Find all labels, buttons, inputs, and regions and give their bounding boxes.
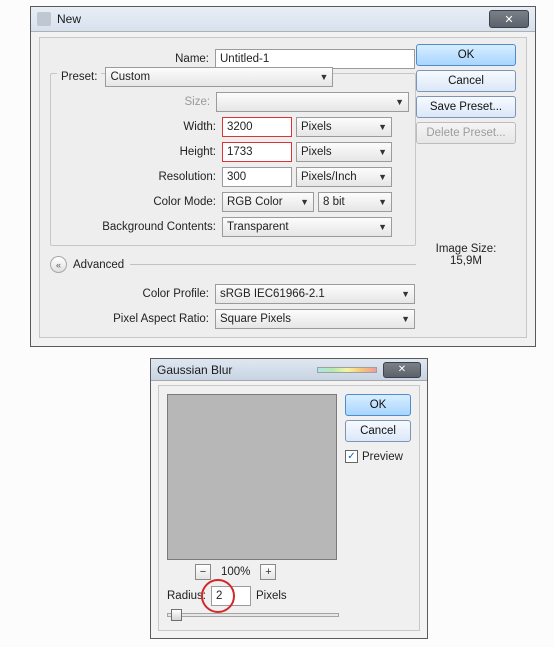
spectrum-decoration — [317, 367, 377, 373]
ok-button[interactable]: OK — [416, 44, 516, 66]
height-unit-select[interactable]: Pixels ▼ — [296, 142, 392, 162]
chevron-down-icon: ▼ — [378, 172, 387, 182]
radius-input[interactable] — [211, 586, 251, 606]
name-label: Name: — [50, 53, 215, 65]
height-label: Height: — [57, 146, 222, 158]
bit-depth-select[interactable]: 8 bit ▼ — [318, 192, 392, 212]
expand-advanced-toggle[interactable]: « — [50, 256, 67, 273]
button-column: OK Cancel ✓ Preview — [345, 394, 411, 463]
width-input[interactable] — [222, 117, 292, 137]
color-mode-value: RGB Color — [227, 196, 283, 208]
gaussian-blur-dialog: Gaussian Blur ✕ OK Cancel ✓ Preview − 10… — [150, 358, 428, 639]
close-button[interactable]: ✕ — [383, 362, 421, 378]
button-column: OK Cancel Save Preset... Delete Preset..… — [416, 44, 516, 144]
slider-thumb[interactable] — [171, 609, 182, 621]
preview-checkbox[interactable]: ✓ Preview — [345, 450, 411, 463]
chevron-down-icon: ▼ — [378, 122, 387, 132]
separator — [130, 264, 416, 265]
size-label: Size: — [57, 96, 216, 108]
dialog-title: Gaussian Blur — [157, 363, 317, 377]
color-profile-select[interactable]: sRGB IEC61966-2.1 ▼ — [215, 284, 415, 304]
height-unit-value: Pixels — [301, 146, 332, 158]
chevron-down-icon: ▼ — [378, 147, 387, 157]
size-select: ▼ — [216, 92, 409, 112]
slider-track — [167, 613, 339, 617]
preview-area[interactable] — [167, 394, 337, 560]
width-unit-select[interactable]: Pixels ▼ — [296, 117, 392, 137]
titlebar[interactable]: Gaussian Blur ✕ — [151, 359, 427, 381]
zoom-out-button[interactable]: − — [195, 564, 211, 580]
image-size-value: 15,9M — [416, 255, 516, 267]
height-input[interactable] — [222, 142, 292, 162]
color-mode-label: Color Mode: — [57, 196, 222, 208]
bg-contents-value: Transparent — [227, 221, 289, 233]
chevron-down-icon: ▼ — [395, 97, 404, 107]
pixel-aspect-value: Square Pixels — [220, 313, 291, 325]
chevron-down-icon: ▼ — [378, 197, 387, 207]
name-input[interactable] — [215, 49, 415, 69]
radius-label: Radius: — [167, 590, 206, 602]
preset-label: Preset: — [61, 71, 97, 83]
new-document-dialog: New ✕ OK Cancel Save Preset... Delete Pr… — [30, 6, 536, 347]
resolution-label: Resolution: — [57, 171, 222, 183]
bit-depth-value: 8 bit — [323, 196, 345, 208]
checkbox-icon: ✓ — [345, 450, 358, 463]
cancel-button[interactable]: Cancel — [345, 420, 411, 442]
image-size-panel: Image Size: 15,9M — [416, 243, 516, 267]
zoom-in-button[interactable]: + — [260, 564, 276, 580]
image-size-label: Image Size: — [416, 243, 516, 255]
chevron-down-icon: ▼ — [320, 72, 329, 82]
close-icon: ✕ — [398, 364, 406, 375]
dialog-title: New — [57, 12, 489, 26]
chevron-down-icon: ▼ — [300, 197, 309, 207]
plus-icon: + — [265, 566, 271, 578]
resolution-input[interactable] — [222, 167, 292, 187]
chevron-down-icon: ▼ — [378, 222, 387, 232]
width-label: Width: — [57, 121, 222, 133]
close-icon: ✕ — [504, 13, 513, 26]
close-button[interactable]: ✕ — [489, 10, 529, 28]
color-mode-select[interactable]: RGB Color ▼ — [222, 192, 314, 212]
preset-value: Custom — [110, 71, 150, 83]
ok-button[interactable]: OK — [345, 394, 411, 416]
dialog-body: OK Cancel Save Preset... Delete Preset..… — [39, 37, 527, 338]
cancel-button[interactable]: Cancel — [416, 70, 516, 92]
preset-select[interactable]: Custom ▼ — [105, 67, 333, 87]
chevron-down-icon: ▼ — [401, 289, 410, 299]
width-unit-value: Pixels — [301, 121, 332, 133]
advanced-label: Advanced — [73, 259, 124, 271]
save-preset-button[interactable]: Save Preset... — [416, 96, 516, 118]
pixel-aspect-select[interactable]: Square Pixels ▼ — [215, 309, 415, 329]
radius-slider[interactable] — [167, 608, 339, 622]
color-profile-value: sRGB IEC61966-2.1 — [220, 288, 325, 300]
preview-label: Preview — [362, 451, 403, 463]
titlebar[interactable]: New ✕ — [31, 7, 535, 32]
radius-unit: Pixels — [256, 590, 287, 602]
pixel-aspect-label: Pixel Aspect Ratio: — [50, 313, 215, 325]
delete-preset-button: Delete Preset... — [416, 122, 516, 144]
color-profile-label: Color Profile: — [50, 288, 215, 300]
app-icon — [37, 12, 51, 26]
resolution-unit-value: Pixels/Inch — [301, 171, 357, 183]
resolution-unit-select[interactable]: Pixels/Inch ▼ — [296, 167, 392, 187]
minus-icon: − — [200, 566, 206, 578]
zoom-level: 100% — [221, 566, 250, 578]
dialog-body: OK Cancel ✓ Preview − 100% + Radius: Pix… — [158, 385, 420, 631]
chevron-down-icon: ▼ — [401, 314, 410, 324]
bg-contents-select[interactable]: Transparent ▼ — [222, 217, 392, 237]
bg-contents-label: Background Contents: — [57, 221, 222, 233]
